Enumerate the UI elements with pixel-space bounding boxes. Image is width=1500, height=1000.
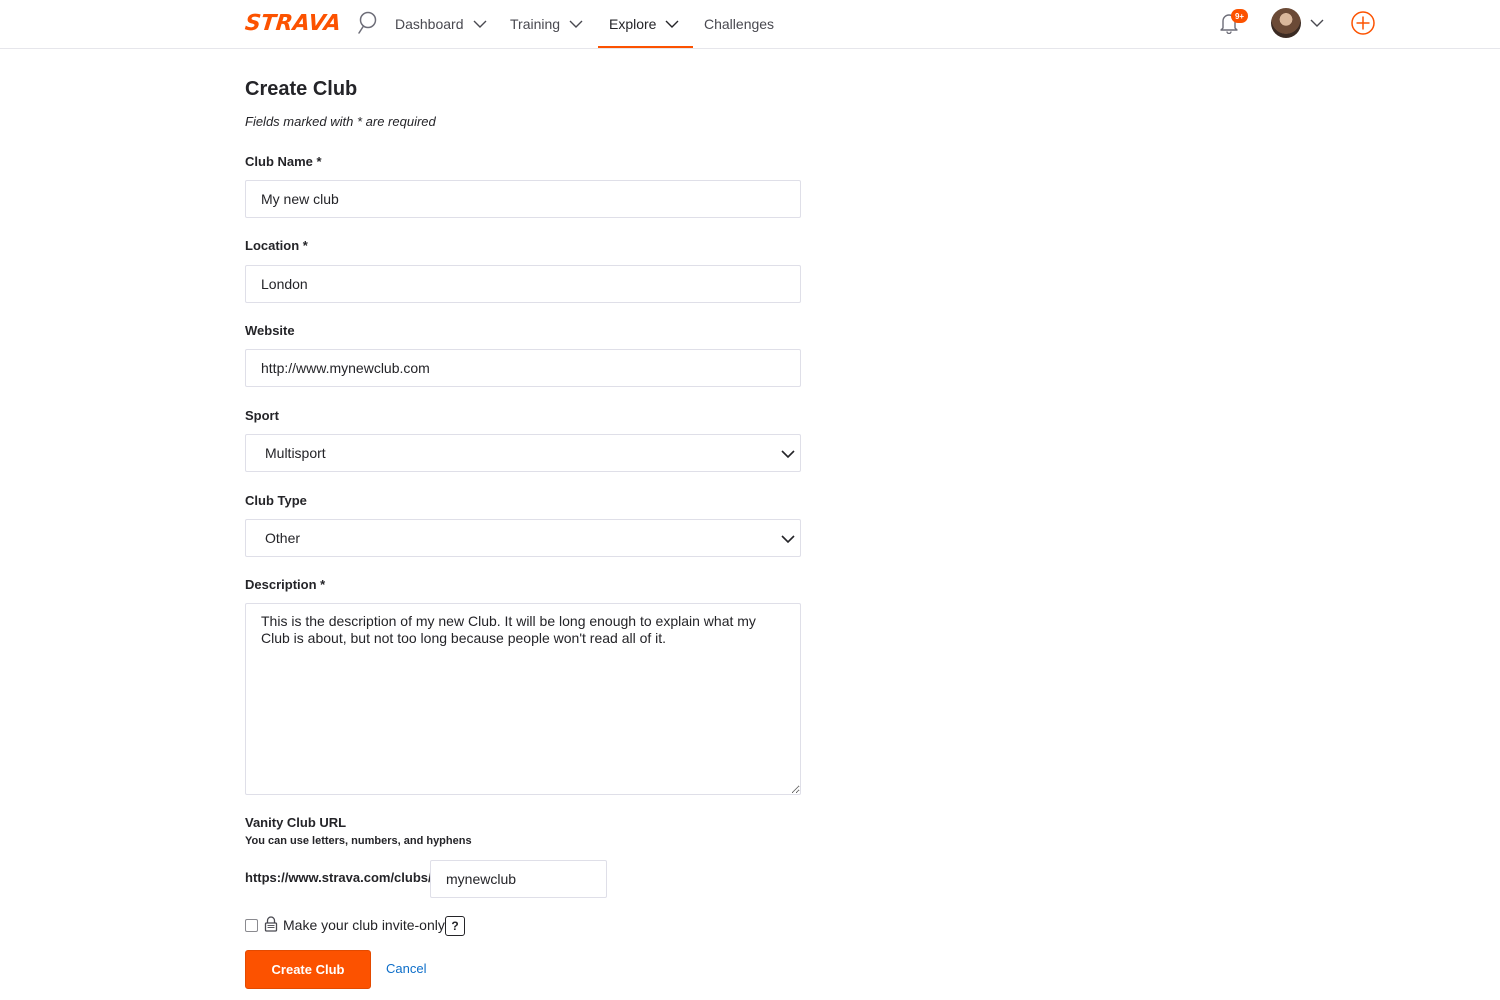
chevron-down-icon bbox=[473, 20, 486, 28]
chevron-down-icon bbox=[781, 535, 795, 544]
top-navigation: STRAVA Dashboard Training Explore Challe… bbox=[0, 0, 1500, 49]
location-input[interactable] bbox=[245, 265, 801, 303]
invite-only-label[interactable]: Make your club invite-only bbox=[283, 917, 445, 933]
club-type-select-value: Other bbox=[265, 530, 301, 546]
chevron-down-icon bbox=[569, 20, 583, 28]
sport-select-value: Multisport bbox=[265, 445, 326, 461]
nav-training[interactable]: Training bbox=[510, 0, 583, 48]
vanity-url-label: Vanity Club URL bbox=[245, 815, 347, 830]
nav-dashboard[interactable]: Dashboard bbox=[395, 0, 487, 48]
website-input[interactable] bbox=[245, 349, 801, 387]
club-type-label: Club Type bbox=[245, 493, 307, 508]
vanity-url-input[interactable] bbox=[430, 860, 607, 898]
sport-label: Sport bbox=[245, 408, 279, 423]
club-type-select[interactable]: Other bbox=[245, 519, 801, 557]
vanity-url-hint: You can use letters, numbers, and hyphen… bbox=[245, 835, 472, 847]
description-textarea[interactable]: This is the description of my new Club. … bbox=[245, 603, 801, 795]
nav-dashboard-label: Dashboard bbox=[395, 16, 464, 32]
chevron-down-icon bbox=[665, 20, 679, 28]
nav-challenges[interactable]: Challenges bbox=[704, 0, 774, 48]
active-tab-indicator bbox=[598, 46, 693, 48]
chevron-down-icon bbox=[781, 450, 795, 459]
chevron-down-icon[interactable] bbox=[1310, 16, 1324, 30]
required-note: Fields marked with * are required bbox=[245, 114, 436, 129]
page-title: Create Club bbox=[245, 78, 358, 100]
search-icon[interactable] bbox=[356, 11, 378, 35]
website-label: Website bbox=[245, 323, 295, 338]
nav-training-label: Training bbox=[510, 16, 561, 32]
nav-explore[interactable]: Explore bbox=[609, 0, 679, 48]
create-club-button[interactable]: Create Club bbox=[245, 950, 371, 989]
sport-select[interactable]: Multisport bbox=[245, 434, 801, 472]
club-name-input[interactable] bbox=[245, 180, 801, 218]
cancel-link[interactable]: Cancel bbox=[386, 961, 426, 976]
help-button[interactable]: ? bbox=[445, 916, 465, 936]
vanity-url-prefix: https://www.strava.com/clubs/ bbox=[245, 870, 432, 885]
location-label: Location * bbox=[245, 238, 308, 253]
strava-logo[interactable]: STRAVA bbox=[244, 11, 343, 36]
description-label: Description * bbox=[245, 577, 326, 592]
club-name-label: Club Name * bbox=[245, 154, 322, 169]
nav-challenges-label: Challenges bbox=[704, 16, 775, 32]
lock-icon bbox=[264, 916, 278, 932]
invite-only-checkbox[interactable] bbox=[245, 919, 258, 932]
avatar[interactable] bbox=[1271, 8, 1301, 38]
notification-badge: 9+ bbox=[1231, 9, 1248, 23]
nav-explore-label: Explore bbox=[609, 16, 657, 32]
add-circle-icon[interactable] bbox=[1350, 10, 1376, 36]
